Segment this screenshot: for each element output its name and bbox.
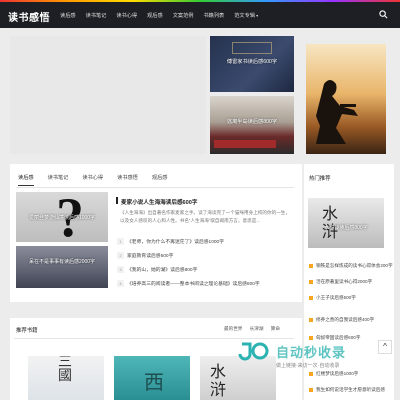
hero-tile-1-ornament <box>232 42 272 54</box>
sidebar-item[interactable]: 修养之善的自我读后感400字 <box>316 317 374 323</box>
sidebar-cover-caption: 水浒传读后感800字 <box>324 225 368 231</box>
nav-item-guanhougan[interactable]: 观后感 <box>147 12 163 19</box>
featured-summary: 《人生海海》出自著名作家麦家之手。读了海读完了一个猫咪用身上校的你的一生，以及女… <box>120 210 290 223</box>
tab-guanhougan[interactable]: 观后感 <box>152 174 168 186</box>
hero-tile-2-caption: 逃离半岛读后感800字 <box>226 119 278 125</box>
book-cover-sanguo[interactable]: 三國 <box>28 356 104 400</box>
main-nav: 读后感 读书笔记 读书心得 观后感 文案范例 书籍列表 范文专辑 <box>60 2 268 28</box>
watermark: 自动秒收录 做上链接·来访一次·自动收录 <box>238 340 388 380</box>
sidebar-item[interactable]: 我生如何说话学生才愿意听读后感 <box>316 387 385 393</box>
watermark-subtitle: 做上链接·来访一次·自动收录 <box>276 363 340 369</box>
book-cover-xiyou[interactable]: 西 <box>114 356 190 400</box>
cover-glyph: 浒 <box>210 382 227 399</box>
sidebar-item[interactable]: 钢铁是怎样炼成的读书心得体会200字 <box>316 263 393 269</box>
recommend-heading: 推荐书籍 <box>16 328 38 334</box>
thumb-alice-caption: 爱丽丝梦游仙境读后感1000字 <box>28 215 96 221</box>
recommend-tab[interactable]: 算命 <box>271 326 280 331</box>
nav-item-duhougan[interactable]: 读后感 <box>60 12 76 19</box>
site-logo[interactable]: 读书感悟 <box>8 9 50 24</box>
recommend-tabs: 最的世界 长津湖 算命 <box>218 326 280 332</box>
sidebar-heading: 热门推荐 <box>309 176 331 182</box>
nav-item-dushubiji[interactable]: 读书笔记 <box>86 12 107 19</box>
tab-duhougan[interactable]: 读后感 <box>18 174 34 186</box>
tab-dushuxinde[interactable]: 读书心得 <box>82 174 103 186</box>
sidebar-cover[interactable]: 水 浒 水浒传读后感800字 <box>308 198 384 248</box>
featured-marker <box>116 197 118 204</box>
sidebar-item[interactable]: 小王子读后感500字 <box>316 295 356 301</box>
bullet-icon <box>309 296 313 300</box>
tab-divider <box>16 187 294 188</box>
nav-item-fanwen[interactable]: 范文专辑 <box>234 12 258 19</box>
watermark-title: 自动秒收录 <box>276 345 347 360</box>
cover-glyph: 三國 <box>58 356 72 384</box>
hero-tile-1-caption: 傅雷家书读后感600字 <box>226 59 278 65</box>
nav-item-wenan[interactable]: 文案范例 <box>173 12 194 19</box>
watermark-logo-icon <box>238 342 269 361</box>
hero-banner[interactable] <box>10 36 206 154</box>
list-item[interactable]: 2 家庭教育读后感500字 <box>117 252 173 259</box>
cover-glyph: 西 <box>144 372 164 394</box>
hero-tile-2-banner <box>214 140 276 148</box>
list-item[interactable]: 4 《培养高三的阅读者——整本书阅读之理论基础》读后感800字 <box>117 280 260 287</box>
hero-reading-image[interactable] <box>306 44 386 154</box>
recommend-divider <box>14 338 294 339</box>
hero-tile-1[interactable]: 傅雷家书读后感600字 <box>210 36 294 92</box>
bullet-icon <box>309 318 313 322</box>
category-tabs: 读后感 读书笔记 读书心得 读书感悟 观后感 <box>18 174 181 186</box>
thumb-secondary[interactable]: 呆在不是事事有读后感2000字 <box>16 246 108 288</box>
sidebar-item[interactable]: 活在原著里读书心得2000字 <box>316 279 372 285</box>
hero-tile-2[interactable]: 逃离半岛读后感800字 <box>210 96 294 154</box>
tab-dushuganwu[interactable]: 读书感悟 <box>117 174 138 186</box>
back-to-top-button[interactable]: ^ <box>378 340 392 354</box>
tab-dushubiji[interactable]: 读书笔记 <box>48 174 69 186</box>
reader-silhouette-icon <box>316 80 358 144</box>
bullet-icon <box>309 264 313 268</box>
nav-item-dushuxinde[interactable]: 读书心得 <box>116 12 137 19</box>
nav-item-shuji[interactable]: 书籍列表 <box>203 12 224 19</box>
site-header: 读书感悟 读后感 读书笔记 读书心得 观后感 文案范例 书籍列表 范文专辑 <box>0 2 400 28</box>
search-icon[interactable] <box>379 10 388 19</box>
list-item[interactable]: 1 《老师，你为什么不再迷茫了》读后感1000字 <box>117 238 224 245</box>
featured-title[interactable]: 麦家小说人生海海读后感600字 <box>121 198 197 206</box>
recommend-tab[interactable]: 最的世界 <box>224 326 242 331</box>
thumb-secondary-caption: 呆在不是事事有读后感2000字 <box>28 259 96 265</box>
list-item[interactable]: 3 《我的山，她的湖》读后感800字 <box>117 266 197 273</box>
bullet-icon <box>309 280 313 284</box>
bullet-icon <box>309 388 313 392</box>
recommend-tab[interactable]: 长津湖 <box>250 326 264 331</box>
thumb-alice[interactable]: ? 爱丽丝梦游仙境读后感1000字 <box>16 192 108 242</box>
